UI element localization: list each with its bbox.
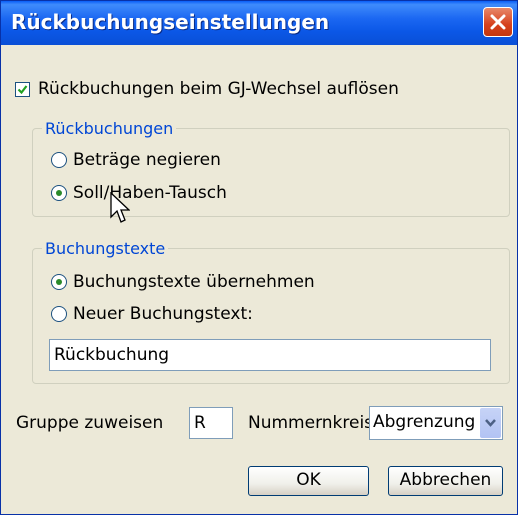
ok-button[interactable]: OK (248, 466, 369, 496)
title-bar[interactable]: Rückbuchungseinstellungen (1, 1, 517, 45)
nummernkreis-select-value: Abgrenzung (373, 412, 476, 432)
chevron-down-icon (485, 419, 496, 427)
auflosen-checkbox[interactable] (15, 82, 30, 97)
dialog-window: Rückbuchungseinstellungen Rückbuchungen … (0, 0, 518, 515)
gruppe-zuweisen-label: Gruppe zuweisen (16, 413, 164, 433)
radio-neuer-buchungstext[interactable] (51, 306, 67, 322)
close-icon (490, 14, 506, 30)
buchungstext-input[interactable]: Rückbuchung (49, 339, 491, 371)
mouse-pointer-icon (110, 192, 130, 223)
rueckbuchungen-group-title: Rückbuchungen (42, 119, 177, 138)
rueckbuchungen-group (32, 128, 510, 217)
window-title: Rückbuchungseinstellungen (11, 10, 330, 34)
auflosen-checkbox-label[interactable]: Rückbuchungen beim GJ-Wechsel auflösen (38, 79, 399, 99)
radio-soll-haben-tausch[interactable] (51, 185, 67, 201)
radio-buchungstexte-uebernehmen[interactable] (51, 274, 67, 290)
radio-selected-dot (56, 190, 62, 196)
nummernkreis-dropdown-button[interactable] (480, 408, 501, 438)
radio-soll-haben-tausch-label[interactable]: Soll/Haben-Tausch (73, 183, 227, 203)
radio-betraege-negieren[interactable] (51, 152, 67, 168)
radio-betraege-negieren-label[interactable]: Beträge negieren (73, 150, 221, 170)
radio-neuer-buchungstext-label[interactable]: Neuer Buchungstext: (73, 304, 253, 324)
radio-selected-dot (56, 279, 62, 285)
check-icon (17, 85, 28, 95)
nummernkreis-select[interactable]: Abgrenzung (369, 406, 503, 440)
close-button[interactable] (483, 7, 513, 37)
radio-buchungstexte-uebernehmen-label[interactable]: Buchungstexte übernehmen (73, 272, 315, 292)
gruppe-input[interactable]: R (189, 407, 233, 439)
nummernkreis-label: Nummernkreis (248, 413, 374, 433)
buchungstexte-group-title: Buchungstexte (42, 239, 169, 258)
cancel-button[interactable]: Abbrechen (388, 466, 503, 496)
